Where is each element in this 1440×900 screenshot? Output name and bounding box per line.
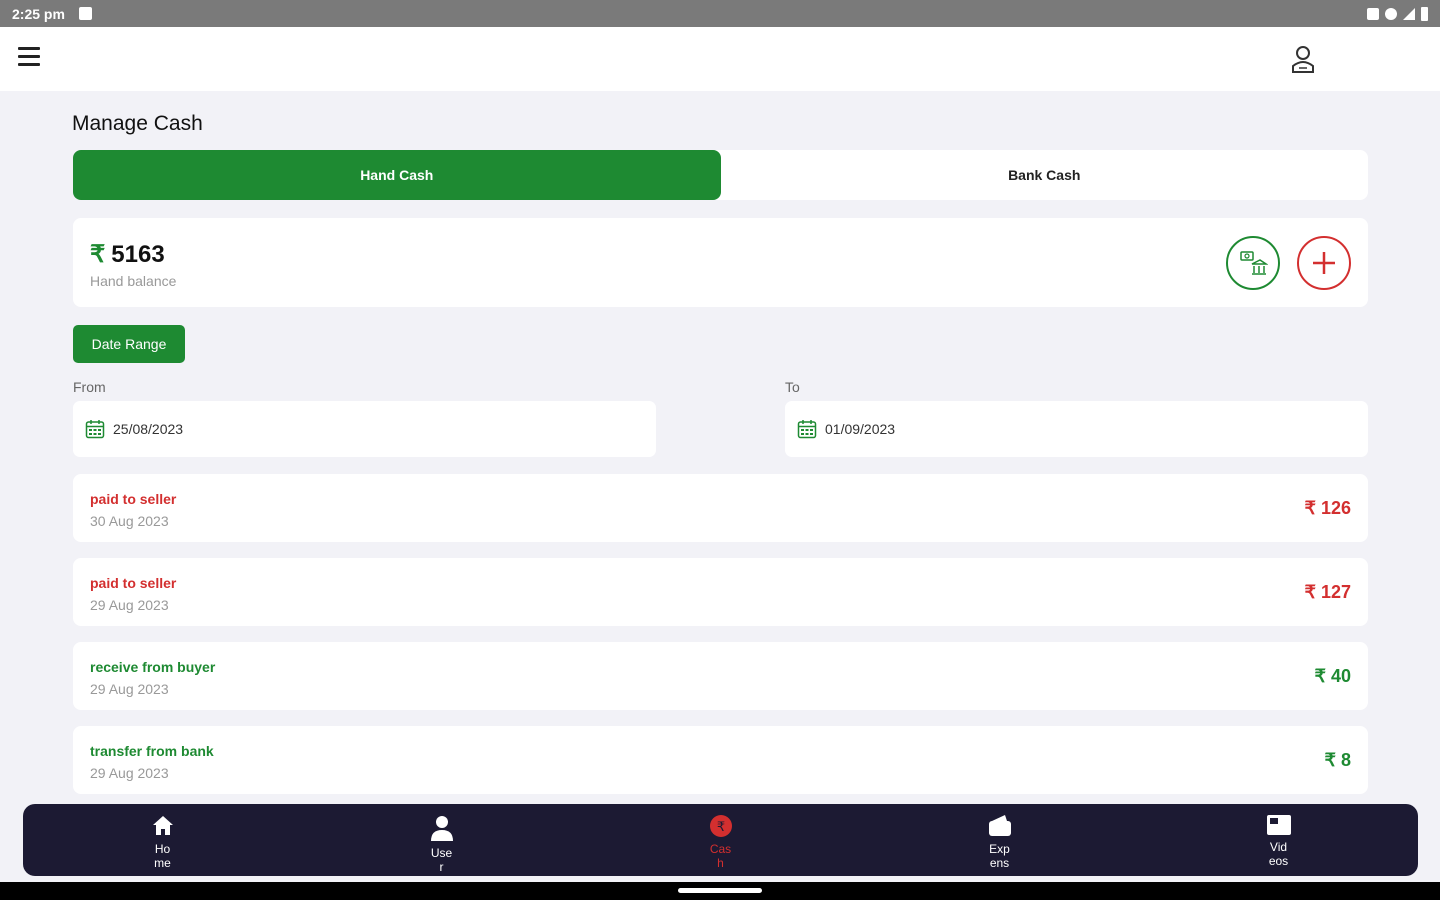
calendar-icon — [797, 420, 817, 439]
cash-icon: ₹ — [709, 815, 732, 837]
nav-home[interactable]: Home — [23, 804, 302, 876]
balance-label: Hand balance — [90, 273, 177, 289]
wallet-icon — [988, 815, 1011, 836]
from-date-value: 25/08/2023 — [113, 421, 184, 437]
balance-amount: ₹5163 — [90, 240, 165, 269]
profile-icon[interactable] — [1290, 44, 1316, 74]
svg-text:₹: ₹ — [716, 820, 724, 835]
cash-bank-transfer-icon — [1240, 251, 1268, 275]
transaction-date: 29 Aug 2023 — [90, 597, 169, 613]
to-date-value: 01/09/2023 — [825, 421, 896, 437]
nav-cash-label: Cash — [709, 842, 732, 870]
transaction-title: transfer from bank — [90, 743, 214, 759]
status-bar: 2:25 pm — [0, 0, 1440, 27]
date-range-button[interactable]: Date Range — [73, 325, 185, 363]
alarm-icon — [1385, 7, 1397, 20]
transaction-amount: ₹ 126 — [1304, 498, 1352, 518]
home-icon — [152, 816, 173, 835]
nav-expenses-label: Expenses — [989, 842, 1010, 870]
app-bar — [0, 27, 1440, 91]
nav-home-label: Home — [154, 842, 171, 870]
transaction-date: 30 Aug 2023 — [90, 513, 169, 529]
transaction-title: receive from buyer — [90, 659, 216, 675]
to-date-field[interactable]: 01/09/2023 — [785, 401, 1368, 457]
add-cash-button[interactable] — [1297, 236, 1351, 290]
user-icon — [430, 816, 453, 841]
from-date-field[interactable]: 25/08/2023 — [73, 401, 656, 457]
sim-icon — [1367, 7, 1379, 20]
transaction-row[interactable]: paid to seller 30 Aug 2023 ₹ 126 — [73, 474, 1368, 542]
balance-card: ₹5163 Hand balance — [73, 218, 1368, 307]
transaction-amount: ₹ 8 — [1324, 750, 1351, 770]
page-title: Manage Cash — [72, 112, 203, 135]
nav-cash[interactable]: ₹ Cash — [581, 804, 860, 876]
nav-videos-label: Videos — [1268, 840, 1289, 868]
status-time: 2:25 pm — [12, 5, 65, 22]
battery-icon — [1421, 6, 1428, 21]
cash-to-bank-button[interactable] — [1226, 236, 1280, 290]
transaction-title: paid to seller — [90, 575, 177, 591]
transaction-amount: ₹ 127 — [1304, 582, 1352, 602]
home-gesture-handle[interactable] — [678, 888, 762, 893]
balance-value: 5163 — [111, 241, 165, 268]
tab-bank-cash[interactable]: Bank Cash — [721, 150, 1369, 200]
rupee-symbol: ₹ — [90, 241, 106, 268]
bottom-navigation: Home User ₹ Cash Expenses Videos — [23, 804, 1418, 876]
transaction-amount: ₹ 40 — [1314, 666, 1351, 686]
tab-hand-cash[interactable]: Hand Cash — [73, 150, 721, 200]
transaction-date: 29 Aug 2023 — [90, 681, 169, 697]
nav-user[interactable]: User — [302, 804, 581, 876]
status-icons — [1367, 6, 1428, 21]
transaction-title: paid to seller — [90, 491, 177, 507]
from-label: From — [73, 379, 106, 395]
hamburger-menu-icon[interactable] — [18, 47, 40, 69]
nav-expenses[interactable]: Expenses — [860, 804, 1139, 876]
plus-icon — [1313, 252, 1335, 274]
video-icon — [1266, 815, 1291, 835]
cash-tabs: Hand Cash Bank Cash — [73, 150, 1368, 200]
nav-user-label: User — [430, 846, 453, 874]
signal-icon — [1403, 7, 1415, 20]
to-label: To — [785, 379, 800, 395]
transaction-row[interactable]: receive from buyer 29 Aug 2023 ₹ 40 — [73, 642, 1368, 710]
transaction-date: 29 Aug 2023 — [90, 765, 169, 781]
system-gesture-bar — [0, 882, 1440, 900]
transaction-row[interactable]: transfer from bank 29 Aug 2023 ₹ 8 — [73, 726, 1368, 794]
transaction-row[interactable]: paid to seller 29 Aug 2023 ₹ 127 — [73, 558, 1368, 626]
notification-icon — [78, 7, 92, 20]
nav-videos[interactable]: Videos — [1139, 804, 1418, 876]
calendar-icon — [85, 420, 105, 439]
